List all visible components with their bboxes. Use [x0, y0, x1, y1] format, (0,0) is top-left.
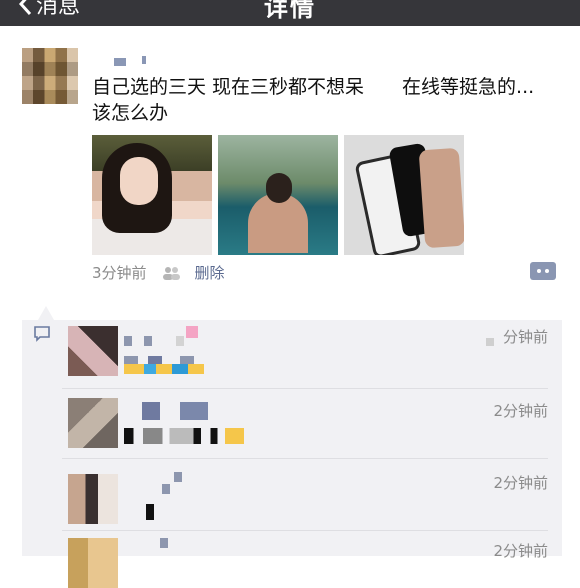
author-avatar[interactable] — [22, 48, 78, 104]
post-time: 3分钟前 — [92, 264, 147, 282]
comment-icon — [34, 326, 50, 342]
photo-head-shape — [266, 173, 292, 203]
comment-time: 2分钟前 — [493, 474, 548, 492]
top-bar: 消息 详情 — [0, 0, 580, 26]
commenter-avatar[interactable] — [68, 326, 118, 376]
comment-time: 2分钟前 — [493, 402, 548, 420]
comment-arrow — [38, 306, 54, 320]
comment-divider — [62, 388, 548, 389]
post-photo-2[interactable] — [218, 135, 338, 255]
post-photo-3[interactable] — [344, 135, 464, 255]
page-title: 详情 — [264, 0, 316, 22]
commenter-avatar[interactable] — [68, 474, 118, 524]
commenter-avatar[interactable] — [68, 398, 118, 448]
comment-text-blurred — [124, 428, 244, 444]
photo-grid — [92, 135, 464, 255]
phone-gold-shape — [418, 147, 464, 249]
photo-face-shape — [120, 157, 158, 205]
comment-divider — [62, 458, 548, 459]
comment-divider — [62, 530, 548, 531]
commenter-avatar[interactable] — [68, 538, 118, 588]
commenter-name-blurred — [160, 538, 168, 548]
comment-emoji-blurred — [124, 364, 204, 374]
comment-time: 分钟前 — [502, 328, 548, 346]
commenter-name-blurred — [180, 402, 208, 420]
commenter-name-blurred — [124, 336, 132, 346]
people-icon — [162, 266, 180, 280]
post-meta: 3分钟前 删除 — [92, 262, 225, 283]
more-dot-1 — [537, 269, 541, 273]
comment-text-blurred — [146, 504, 154, 520]
author-name-blurred-2 — [142, 56, 146, 64]
more-icon[interactable] — [530, 262, 556, 280]
post-photo-1[interactable] — [92, 135, 212, 255]
delete-link[interactable]: 删除 — [195, 262, 225, 283]
commenter-name-blurred — [174, 472, 182, 482]
post-text: 自己选的三天 现在三秒都不想呆 在线等挺急的...该怎么办 — [92, 76, 535, 124]
commenter-name-blurred — [186, 326, 198, 338]
commenter-name-blurred — [144, 336, 152, 346]
commenter-name-blurred — [176, 336, 184, 346]
time-blurred — [486, 338, 494, 346]
commenter-name-blurred — [142, 402, 160, 420]
author-name-blurred[interactable] — [114, 58, 126, 66]
more-dot-2 — [545, 269, 549, 273]
comment-time: 2分钟前 — [493, 542, 548, 560]
commenter-name-blurred — [162, 484, 170, 494]
